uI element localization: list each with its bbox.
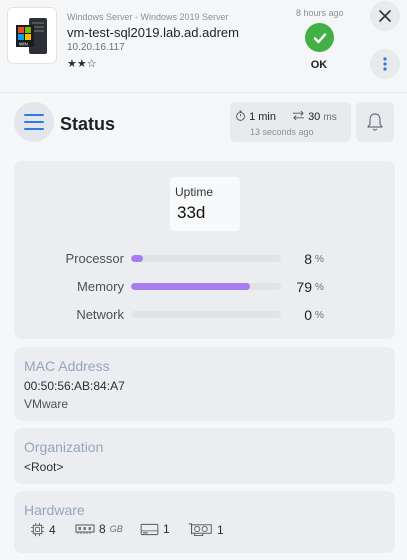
memory-bar xyxy=(131,283,281,290)
memory-module-icon xyxy=(75,524,95,534)
device-rating-stars[interactable]: ★★☆ xyxy=(67,57,97,70)
mac-address-value: 00:50:56:AB:84:A7 xyxy=(24,379,125,393)
disk-count: 1 xyxy=(163,522,170,536)
uptime-box: Uptime 33d xyxy=(170,177,240,231)
more-options-button[interactable] xyxy=(370,49,400,79)
memory-value: 79 xyxy=(296,279,312,295)
gpu-count: 1 xyxy=(217,522,224,537)
latency-value: 30 xyxy=(308,111,321,123)
device-ip: 10.20.16.117 xyxy=(67,42,125,53)
status-ok-indicator xyxy=(305,23,334,52)
organization-title: Organization xyxy=(24,439,104,455)
uptime-label: Uptime xyxy=(175,185,214,199)
processor-value: 8 xyxy=(304,251,312,267)
close-icon xyxy=(379,10,391,22)
latency-unit: ms xyxy=(323,112,337,123)
memory-size-unit: GB xyxy=(109,524,123,534)
network-bar xyxy=(131,311,281,318)
memory-label: Memory xyxy=(77,279,124,294)
hamburger-menu-button[interactable] xyxy=(14,102,54,142)
network-label: Network xyxy=(76,307,124,322)
cpu-chip-icon xyxy=(30,522,45,537)
status-time-ago: 8 hours ago xyxy=(296,8,344,18)
close-button[interactable] xyxy=(370,1,400,31)
mac-address-title: MAC Address xyxy=(24,358,110,374)
arrows-swap-icon xyxy=(293,110,304,121)
mac-address-card: MAC Address 00:50:56:AB:84:A7 VMware xyxy=(14,347,395,421)
scrollbar[interactable] xyxy=(401,93,407,560)
processor-unit: % xyxy=(315,254,324,265)
page-title: Status xyxy=(60,114,116,134)
more-vertical-icon xyxy=(383,57,387,71)
polling-info[interactable]: 1 min 30 ms 13 seconds ago xyxy=(230,102,351,142)
memory-unit: % xyxy=(315,282,324,293)
memory-size: 8 xyxy=(99,522,106,536)
graphics-card-icon xyxy=(188,523,212,537)
device-header: WIN Windows Server - Windows 2019 Server… xyxy=(0,0,407,93)
check-icon xyxy=(313,32,326,43)
hard-disk-icon xyxy=(140,523,159,535)
polling-interval: 1 min xyxy=(249,111,276,123)
svg-text:WIN: WIN xyxy=(19,41,28,46)
mac-vendor: VMware xyxy=(24,397,69,411)
processor-label: Processor xyxy=(65,251,124,266)
uptime-value: 33d xyxy=(177,203,206,222)
hardware-disk: 1 xyxy=(140,522,170,536)
hamburger-menu-icon xyxy=(24,114,44,116)
hardware-cpu: 4 xyxy=(30,522,56,537)
processor-bar xyxy=(131,255,281,262)
hardware-card: Hardware 4 8 GB 1 1 xyxy=(14,491,395,553)
status-card: Uptime 33d Processor 8 % Memory 79 % Net… xyxy=(14,161,395,339)
hardware-gpu: 1 xyxy=(187,522,224,537)
organization-value[interactable]: <Root> xyxy=(24,460,63,474)
network-unit: % xyxy=(315,310,324,321)
last-updated: 13 seconds ago xyxy=(250,127,314,137)
stopwatch-icon xyxy=(236,110,245,121)
device-subtitle: Windows Server - Windows 2019 Server xyxy=(67,12,229,22)
network-value: 0 xyxy=(304,307,312,323)
hardware-title: Hardware xyxy=(24,502,85,518)
bell-icon xyxy=(367,113,383,131)
organization-card: Organization <Root> xyxy=(14,428,395,484)
status-label: OK xyxy=(310,59,328,71)
windows-server-icon: WIN xyxy=(7,7,57,64)
cpu-count: 4 xyxy=(49,522,56,537)
device-name[interactable]: vm-test-sql2019.lab.ad.adrem xyxy=(67,25,239,40)
status-content: Status 1 min 30 ms 13 seconds ago Uptime xyxy=(0,93,407,560)
hardware-memory: 8 GB xyxy=(75,522,123,536)
notifications-button[interactable] xyxy=(356,102,394,142)
